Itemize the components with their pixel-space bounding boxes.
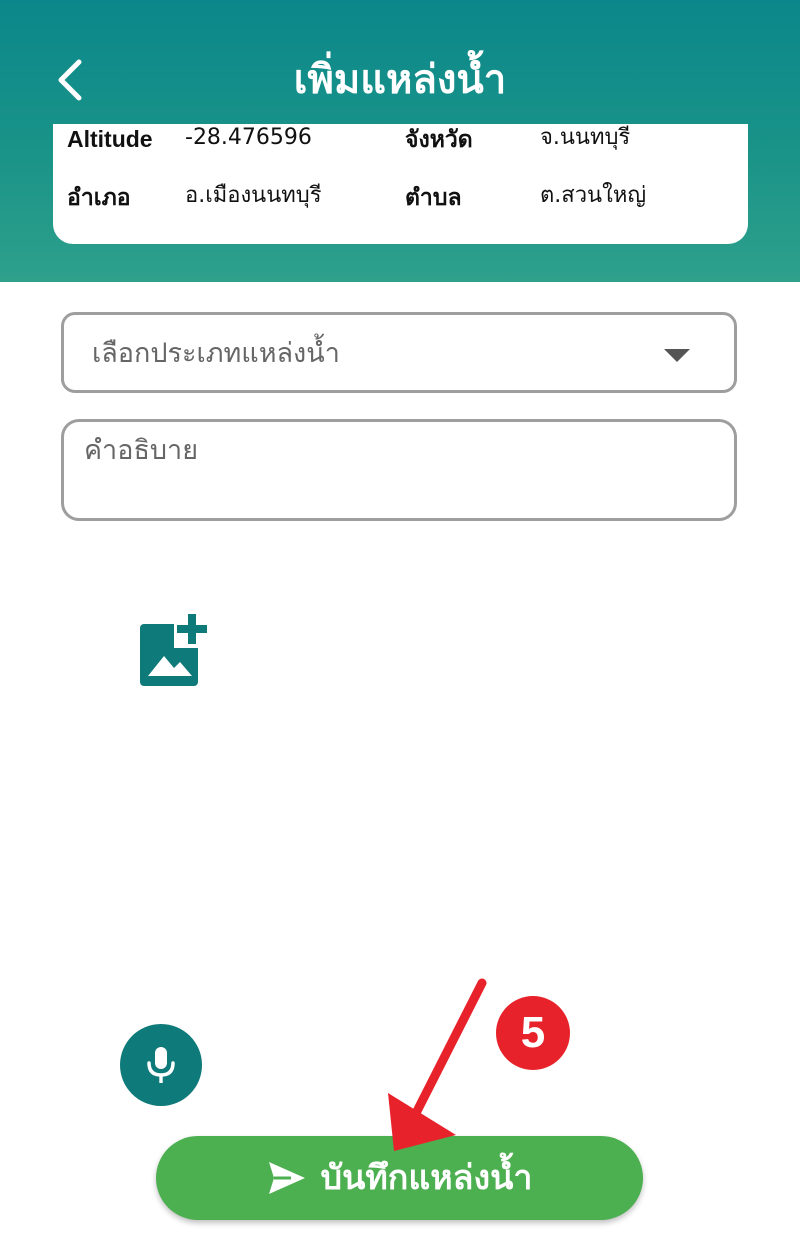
- add-photo-icon: [140, 610, 212, 686]
- annotation-arrow: [388, 978, 487, 1151]
- subdistrict-label: ตำบล: [405, 184, 462, 210]
- province-value: จ.นนทบุรี: [540, 125, 631, 150]
- water-source-type-select[interactable]: เลือกประเภทแหล่งน้ำ: [61, 312, 737, 393]
- save-button-label: บันทึกแหล่งน้ำ: [320, 1158, 533, 1198]
- subdistrict-value: ต.สวนใหญ่: [540, 183, 647, 208]
- altitude-label: Altitude: [67, 126, 153, 152]
- description-field[interactable]: คำอธิบาย: [61, 419, 737, 521]
- province-label: จังหวัด: [405, 126, 473, 152]
- description-placeholder: คำอธิบาย: [84, 435, 199, 466]
- page-title: เพิ่มแหล่งน้ำ: [293, 57, 507, 103]
- location-info-card: Altitude -28.476596 จังหวัด จ.นนทบุรี อำ…: [53, 124, 748, 244]
- water-source-type-placeholder: เลือกประเภทแหล่งน้ำ: [92, 338, 340, 369]
- district-value: อ.เมืองนนทบุรี: [185, 183, 322, 208]
- step-number-badge: 5: [496, 996, 570, 1070]
- send-icon: [268, 1162, 305, 1194]
- district-label: อำเภอ: [67, 184, 131, 210]
- add-photo-button[interactable]: [136, 610, 216, 690]
- microphone-icon: [147, 1047, 175, 1083]
- caret-down-icon: [664, 349, 690, 362]
- altitude-value: -28.476596: [185, 125, 312, 150]
- voice-input-button[interactable]: [120, 1024, 202, 1106]
